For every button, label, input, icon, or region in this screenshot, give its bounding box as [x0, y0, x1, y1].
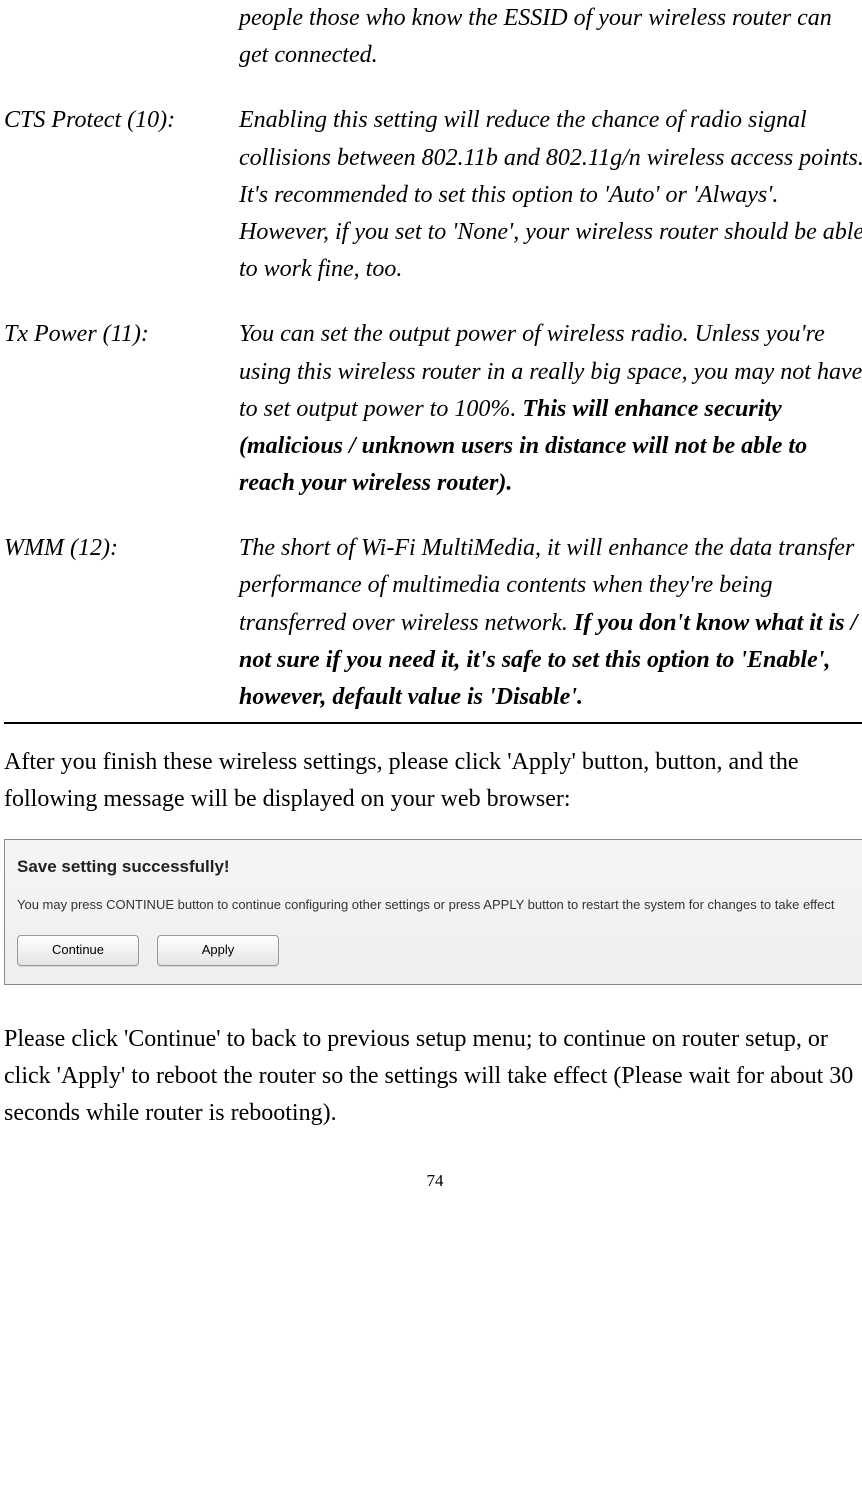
paragraph-after-apply: After you finish these wireless settings… [4, 744, 862, 818]
definition-text: Enabling this setting will reduce the ch… [239, 107, 862, 282]
definition-term [4, 0, 239, 102]
save-settings-dialog: Save setting successfully! You may press… [4, 839, 862, 985]
paragraph-instructions: Please click 'Continue' to back to previ… [4, 1021, 862, 1133]
definition-description: people those who know the ESSID of your … [239, 0, 862, 102]
definition-term: WMM (12): [4, 530, 239, 720]
dialog-title: Save setting successfully! [17, 854, 853, 880]
definition-term: Tx Power (11): [4, 316, 239, 530]
definition-row: Tx Power (11): You can set the output po… [4, 316, 862, 530]
continue-button[interactable]: Continue [17, 935, 139, 965]
definitions-table: people those who know the ESSID of your … [4, 0, 862, 720]
dialog-button-row: Continue Apply [17, 935, 853, 965]
definition-description: You can set the output power of wireless… [239, 316, 862, 530]
definition-description: The short of Wi-Fi MultiMedia, it will e… [239, 530, 862, 720]
apply-button[interactable]: Apply [157, 935, 279, 965]
definition-row: people those who know the ESSID of your … [4, 0, 862, 102]
section-divider [4, 722, 862, 724]
definition-text: people those who know the ESSID of your … [239, 5, 832, 68]
definition-description: Enabling this setting will reduce the ch… [239, 102, 862, 316]
definition-term: CTS Protect (10): [4, 102, 239, 316]
dialog-message: You may press CONTINUE button to continu… [17, 896, 853, 914]
page-number: 74 [4, 1168, 862, 1194]
definition-row: WMM (12): The short of Wi-Fi MultiMedia,… [4, 530, 862, 720]
definition-row: CTS Protect (10): Enabling this setting … [4, 102, 862, 316]
